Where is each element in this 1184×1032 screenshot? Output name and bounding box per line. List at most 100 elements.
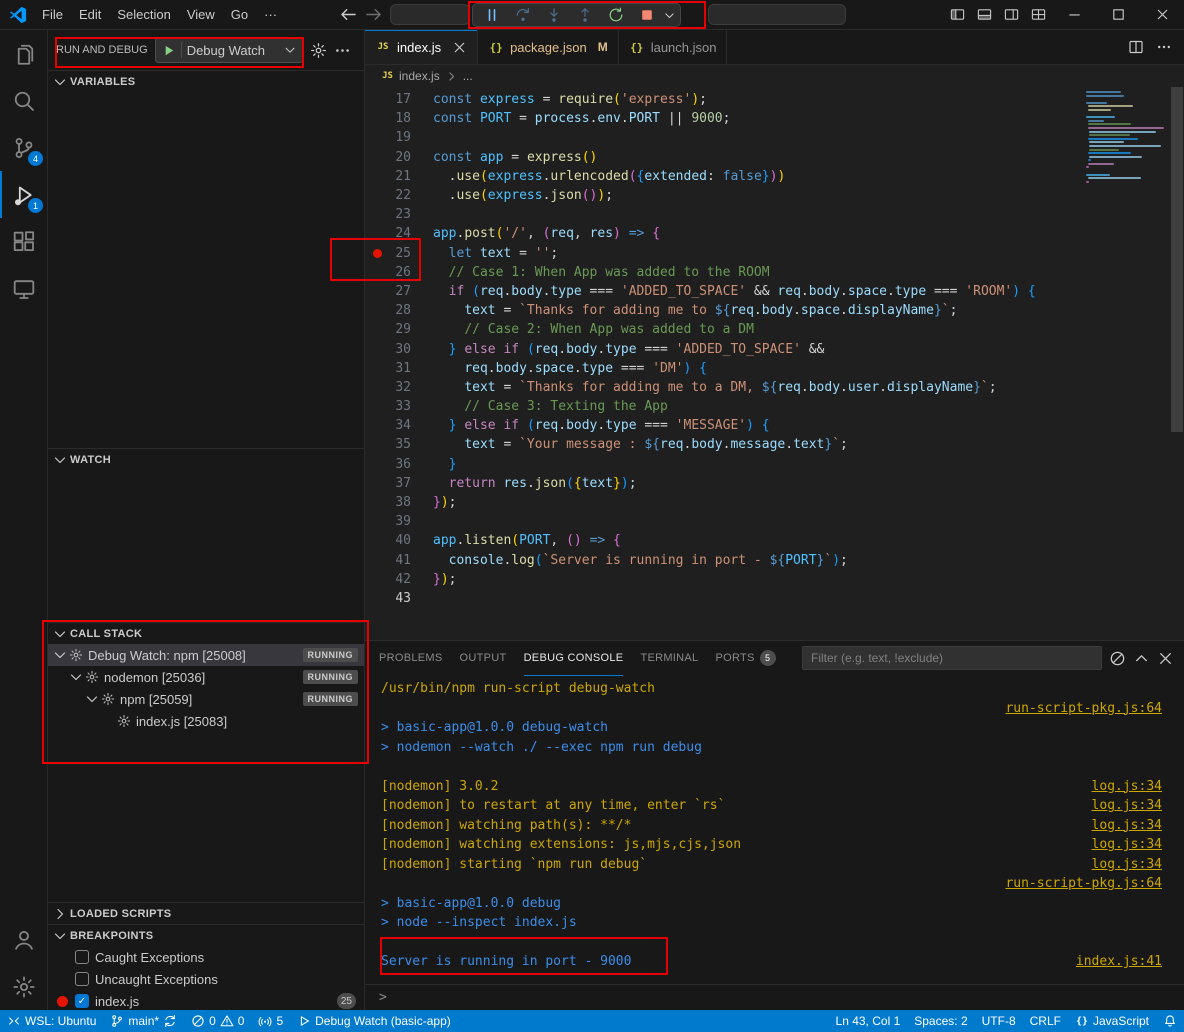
status-notifications[interactable] xyxy=(1156,1010,1184,1032)
step-over-button[interactable] xyxy=(508,4,538,26)
breadcrumb-more[interactable]: ... xyxy=(463,69,473,83)
section-breakpoints[interactable]: BREAKPOINTS xyxy=(48,924,364,946)
line-number[interactable]: 39 xyxy=(385,514,411,529)
section-loaded-scripts[interactable]: LOADED SCRIPTS xyxy=(48,902,364,924)
step-into-button[interactable] xyxy=(539,4,569,26)
clear-console-icon[interactable] xyxy=(1109,650,1126,667)
section-watch[interactable]: WATCH xyxy=(48,448,364,470)
line-number[interactable]: 25 xyxy=(385,246,411,261)
status-remote-indicator[interactable]: WSL: Ubuntu xyxy=(0,1010,103,1032)
status-eol[interactable]: CRLF xyxy=(1023,1010,1068,1032)
editor-scrollbar[interactable] xyxy=(1170,87,1184,640)
code-text[interactable]: text = `Thanks for adding me to ${req.bo… xyxy=(433,303,957,318)
stop-dropdown-icon[interactable] xyxy=(663,9,676,22)
section-variables[interactable]: VARIABLES xyxy=(48,70,364,92)
menu-view[interactable]: View xyxy=(179,0,223,29)
console-source-link[interactable]: log.js:34 xyxy=(1072,855,1162,875)
minimize-button[interactable] xyxy=(1052,0,1096,29)
activity-manage[interactable] xyxy=(0,963,47,1010)
line-number[interactable]: 33 xyxy=(385,399,411,414)
customize-layout-button[interactable] xyxy=(1025,0,1052,29)
code-text[interactable]: // Case 1: When App was added to the ROO… xyxy=(433,265,770,280)
console-source-link[interactable]: log.js:34 xyxy=(1072,835,1162,855)
line-number[interactable]: 23 xyxy=(385,207,411,222)
chevron-down-icon[interactable] xyxy=(68,669,84,685)
line-number[interactable]: 22 xyxy=(385,188,411,203)
line-number[interactable]: 37 xyxy=(385,476,411,491)
status-git-branch[interactable]: main* xyxy=(103,1010,184,1032)
status-cursor-position[interactable]: Ln 43, Col 1 xyxy=(829,1010,908,1032)
line-number[interactable]: 17 xyxy=(385,92,411,107)
console-source-link[interactable]: log.js:34 xyxy=(1072,816,1162,836)
line-number[interactable]: 18 xyxy=(385,111,411,126)
line-number[interactable]: 21 xyxy=(385,169,411,184)
line-number[interactable]: 40 xyxy=(385,533,411,548)
scrollbar-thumb[interactable] xyxy=(1171,87,1183,432)
tab-launch.json[interactable]: {}launch.json xyxy=(619,30,728,64)
callstack-row[interactable]: Debug Watch: npm [25008]RUNNING xyxy=(48,644,364,666)
code-text[interactable]: .use(express.urlencoded({extended: false… xyxy=(433,169,785,184)
close-window-button[interactable] xyxy=(1140,0,1184,29)
code-text[interactable]: // Case 3: Texting the App xyxy=(433,399,668,414)
activity-source-control[interactable]: 4 xyxy=(0,124,47,171)
breakpoint-icon[interactable] xyxy=(369,249,385,258)
panel-tab-problems[interactable]: PROBLEMS xyxy=(379,642,443,676)
line-number[interactable]: 42 xyxy=(385,572,411,587)
code-editor[interactable]: 17const express = require('express');18c… xyxy=(365,87,1184,640)
code-text[interactable]: text = `Your message : ${req.body.messag… xyxy=(433,437,848,452)
restart-button[interactable] xyxy=(601,4,631,26)
code-text[interactable]: .use(express.json()); xyxy=(433,188,613,203)
code-text[interactable]: app.listen(PORT, () => { xyxy=(433,533,621,548)
code-text[interactable]: if (req.body.type === 'ADDED_TO_SPACE' &… xyxy=(433,284,1036,299)
menu-go[interactable]: Go xyxy=(223,0,256,29)
callstack-row[interactable]: nodemon [25036]RUNNING xyxy=(48,666,364,688)
status-indentation[interactable]: Spaces: 2 xyxy=(907,1010,974,1032)
code-text[interactable]: }); xyxy=(433,495,456,510)
checkbox[interactable] xyxy=(75,972,89,986)
maximize-button[interactable] xyxy=(1096,0,1140,29)
panel-tab-debug-console[interactable]: DEBUG CONSOLE xyxy=(524,642,624,676)
line-number[interactable]: 20 xyxy=(385,150,411,165)
line-number[interactable]: 36 xyxy=(385,457,411,472)
line-number[interactable]: 32 xyxy=(385,380,411,395)
more-actions-icon[interactable] xyxy=(334,42,351,59)
code-text[interactable]: } else if (req.body.type === 'MESSAGE') … xyxy=(433,418,770,433)
line-number[interactable]: 43 xyxy=(385,591,411,606)
code-text[interactable]: const app = express() xyxy=(433,150,597,165)
tab-package.json[interactable]: {}package.jsonM xyxy=(478,30,619,64)
console-source-link[interactable]: log.js:34 xyxy=(1072,796,1162,816)
code-text[interactable]: }); xyxy=(433,572,456,587)
breakpoint-row[interactable]: Caught Exceptions xyxy=(48,946,364,968)
step-out-button[interactable] xyxy=(570,4,600,26)
chevron-down-icon[interactable] xyxy=(84,691,100,707)
code-text[interactable]: let text = ''; xyxy=(433,246,558,261)
console-source-link[interactable]: run-script-pkg.js:64 xyxy=(985,699,1162,719)
toggle-panel-button[interactable] xyxy=(971,0,998,29)
pause-button[interactable] xyxy=(477,4,507,26)
chevron-down-icon[interactable] xyxy=(52,647,68,663)
status-debug-session[interactable]: Debug Watch (basic-app) xyxy=(290,1010,458,1032)
code-text[interactable]: // Case 2: When App was added to a DM xyxy=(433,322,754,337)
line-number[interactable]: 41 xyxy=(385,553,411,568)
callstack-row[interactable]: index.js [25083] xyxy=(48,710,364,732)
activity-extensions[interactable] xyxy=(0,218,47,265)
checkbox[interactable]: ✓ xyxy=(75,994,89,1008)
line-number[interactable]: 38 xyxy=(385,495,411,510)
split-editor-icon[interactable] xyxy=(1128,39,1144,55)
code-text[interactable]: const PORT = process.env.PORT || 9000; xyxy=(433,111,730,126)
line-number[interactable]: 34 xyxy=(385,418,411,433)
tab-index.js[interactable]: JSindex.js xyxy=(365,30,478,64)
menu-edit[interactable]: Edit xyxy=(71,0,109,29)
debug-console-input[interactable]: > xyxy=(365,984,1184,1010)
close-panel-icon[interactable] xyxy=(1157,650,1174,667)
activity-search[interactable] xyxy=(0,77,47,124)
code-text[interactable]: app.post('/', (req, res) => { xyxy=(433,226,660,241)
line-number[interactable]: 24 xyxy=(385,226,411,241)
line-number[interactable]: 31 xyxy=(385,361,411,376)
status-problems[interactable]: 00 xyxy=(184,1010,251,1032)
code-text[interactable]: req.body.space.type === 'DM') { xyxy=(433,361,707,376)
breadcrumb-item[interactable]: index.js xyxy=(399,69,440,83)
debug-config-picker[interactable]: Debug Watch xyxy=(155,37,303,63)
console-source-link[interactable]: index.js:41 xyxy=(1056,952,1162,972)
callstack-row[interactable]: npm [25059]RUNNING xyxy=(48,688,364,710)
